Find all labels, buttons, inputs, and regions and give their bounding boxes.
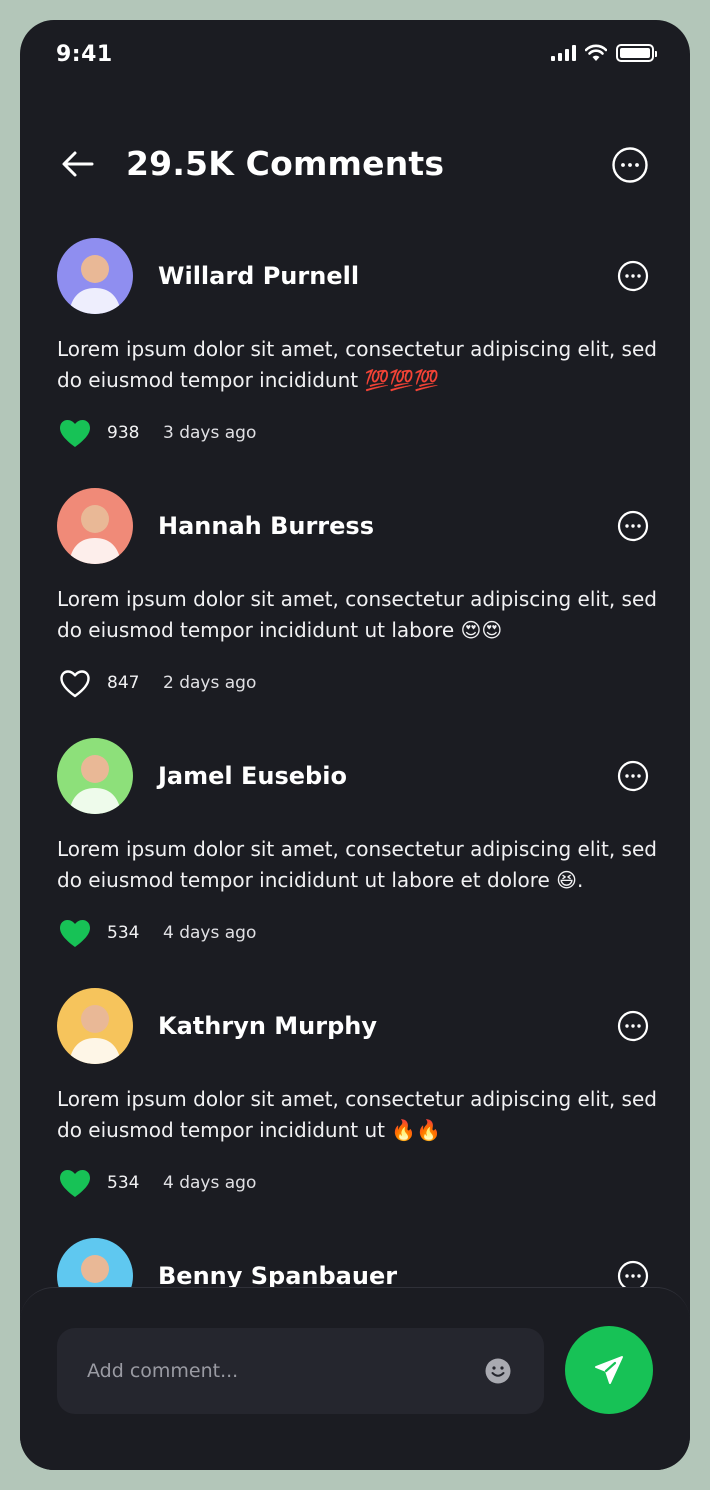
comment-time: 4 days ago	[163, 1173, 257, 1193]
more-options-icon[interactable]	[617, 260, 649, 292]
header: 29.5K Comments	[20, 140, 690, 190]
commenter-name[interactable]: Jamel Eusebio	[158, 762, 347, 790]
more-options-icon[interactable]	[617, 1260, 649, 1288]
heart-filled-icon[interactable]	[57, 916, 93, 950]
like-count: 847	[107, 673, 140, 693]
more-options-icon[interactable]	[617, 510, 649, 542]
status-time: 9:41	[56, 42, 113, 67]
cellular-signal-icon	[551, 45, 576, 61]
comment-time: 2 days ago	[163, 673, 257, 693]
app-screen: 9:41 29.5K Comments Willard Purnell Lore…	[20, 20, 690, 1470]
status-icons	[551, 44, 657, 62]
comment-item: Jamel Eusebio Lorem ipsum dolor sit amet,…	[20, 738, 690, 968]
battery-icon	[616, 44, 657, 62]
send-icon	[595, 1356, 623, 1384]
device-frame: 9:41 29.5K Comments Willard Purnell Lore…	[0, 0, 710, 1490]
like-count: 938	[107, 423, 140, 443]
status-bar: 9:41	[20, 20, 690, 90]
commenter-name[interactable]: Benny Spanbauer	[158, 1262, 397, 1288]
comment-text: Lorem ipsum dolor sit amet, consectetur …	[57, 837, 657, 892]
comment-time: 4 days ago	[163, 923, 257, 943]
comment-meta: 938 3 days ago	[57, 416, 256, 450]
comment-text: Lorem ipsum dolor sit amet, consectetur …	[57, 337, 657, 392]
comment-input-wrapper	[57, 1328, 544, 1414]
comment-text: Lorem ipsum dolor sit amet, consectetur …	[57, 1087, 657, 1142]
comment-meta: 847 2 days ago	[57, 666, 256, 700]
comment-item: Hannah Burress Lorem ipsum dolor sit amet…	[20, 488, 690, 718]
comment-composer	[20, 1287, 690, 1470]
comment-item: Kathryn Murphy Lorem ipsum dolor sit amet…	[20, 988, 690, 1218]
wifi-icon	[585, 44, 607, 61]
page-title: 29.5K Comments	[126, 144, 445, 183]
comment-meta: 534 4 days ago	[57, 1166, 256, 1200]
avatar[interactable]	[57, 988, 133, 1064]
more-options-icon[interactable]	[611, 146, 649, 184]
comment-text: Lorem ipsum dolor sit amet, consectetur …	[57, 587, 657, 642]
comment-time: 3 days ago	[163, 423, 257, 443]
heart-outline-icon[interactable]	[57, 666, 93, 700]
comment-item: Willard Purnell Lorem ipsum dolor sit ame…	[20, 238, 690, 468]
comment-meta: 534 4 days ago	[57, 916, 256, 950]
comment-input[interactable]	[87, 1328, 467, 1414]
like-count: 534	[107, 923, 140, 943]
send-button[interactable]	[565, 1326, 653, 1414]
avatar[interactable]	[57, 738, 133, 814]
emoji-icon[interactable]	[484, 1357, 512, 1385]
heart-filled-icon[interactable]	[57, 1166, 93, 1200]
more-options-icon[interactable]	[617, 760, 649, 792]
like-count: 534	[107, 1173, 140, 1193]
commenter-name[interactable]: Willard Purnell	[158, 262, 359, 290]
comment-item: Benny Spanbauer	[20, 1238, 690, 1288]
commenter-name[interactable]: Kathryn Murphy	[158, 1012, 377, 1040]
avatar[interactable]	[57, 1238, 133, 1288]
heart-filled-icon[interactable]	[57, 416, 93, 450]
more-options-icon[interactable]	[617, 1010, 649, 1042]
commenter-name[interactable]: Hannah Burress	[158, 512, 374, 540]
comments-list: Willard Purnell Lorem ipsum dolor sit ame…	[20, 238, 690, 1288]
back-arrow-icon[interactable]	[58, 144, 98, 184]
avatar[interactable]	[57, 488, 133, 564]
avatar[interactable]	[57, 238, 133, 314]
